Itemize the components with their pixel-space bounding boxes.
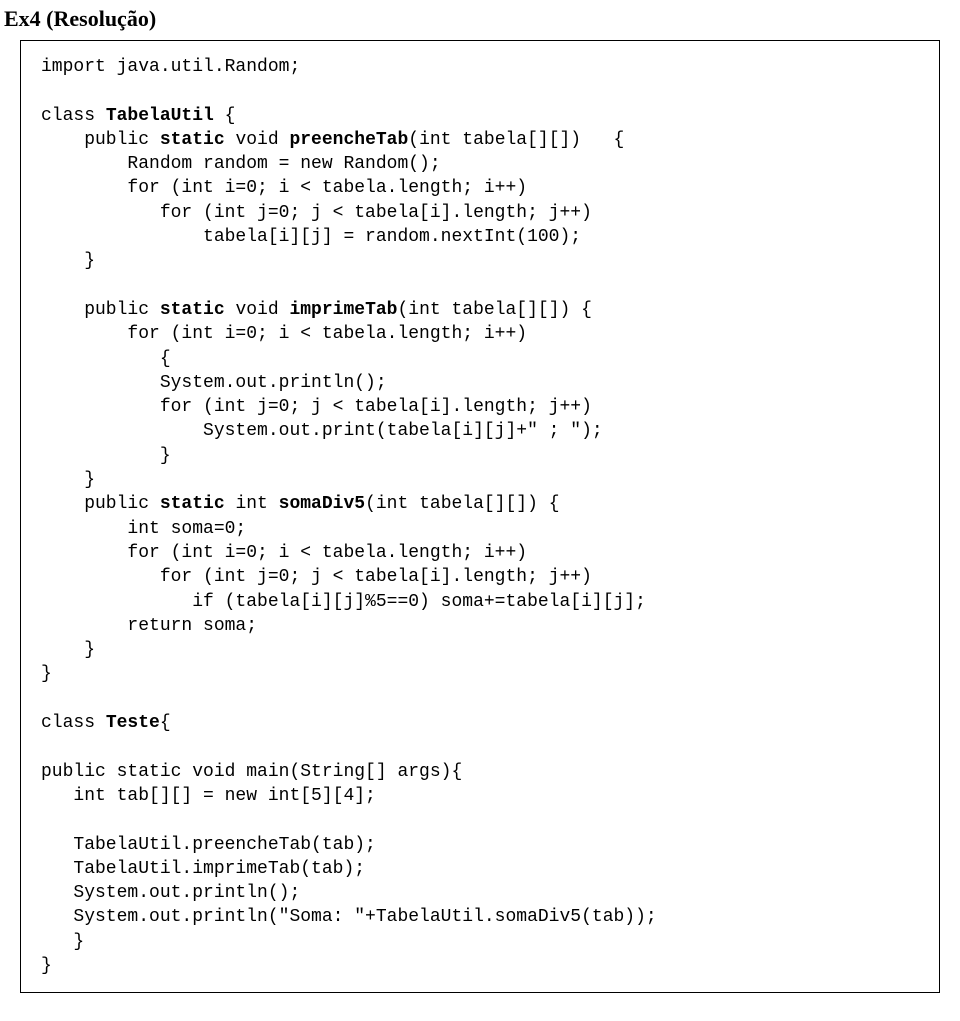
code-line: { [160,713,171,733]
code-line: Random random = new Random(); [41,154,441,174]
class-name: Teste [106,713,160,733]
code-line: } [41,251,95,271]
method-name: somaDiv5 [279,494,365,514]
code-line: System.out.println(); [41,883,300,903]
code-line: TabelaUtil.imprimeTab(tab); [41,859,365,879]
code-line: int [225,494,279,514]
code-line: (int tabela[][]) { [397,300,591,320]
method-name: preencheTab [289,130,408,150]
code-line: public [41,494,160,514]
code-line: for (int j=0; j < tabela[i].length; j++) [41,397,592,417]
code-line: import java.util.Random; [41,57,300,77]
code-line: tabela[i][j] = random.nextInt(100); [41,227,581,247]
code-line: System.out.println("Soma: "+TabelaUtil.s… [41,907,657,927]
code-line: int soma=0; [41,519,246,539]
code-line: for (int i=0; i < tabela.length; i++) [41,324,527,344]
code-line: void [225,300,290,320]
code-line: } [41,446,171,466]
code-block: import java.util.Random; class TabelaUti… [20,40,940,993]
code-line: System.out.println(); [41,373,387,393]
code-line: for (int j=0; j < tabela[i].length; j++) [41,567,592,587]
code-line: (int tabela[][]) { [408,130,624,150]
code-line: int tab[][] = new int[5][4]; [41,786,376,806]
code-line: if (tabela[i][j]%5==0) soma+=tabela[i][j… [41,592,646,612]
keyword: static [160,300,225,320]
code-line: for (int i=0; i < tabela.length; i++) [41,543,527,563]
code-line: } [41,470,95,490]
code-line: class [41,713,106,733]
code-line: } [41,664,52,684]
page-title: Ex4 (Resolução) [4,6,960,32]
method-name: imprimeTab [289,300,397,320]
keyword: static [160,494,225,514]
code-line: public [41,300,160,320]
code-line: for (int j=0; j < tabela[i].length; j++) [41,203,592,223]
code-line: { [41,349,171,369]
code-line: } [41,640,95,660]
class-name: TabelaUtil [106,106,214,126]
code-line: public [41,130,160,150]
code-line: { [214,106,236,126]
code-line: for (int i=0; i < tabela.length; i++) [41,178,527,198]
code-line: } [41,932,84,952]
code-line: class [41,106,106,126]
code-line: (int tabela[][]) { [365,494,559,514]
code-line: System.out.print(tabela[i][j]+" ; "); [41,421,603,441]
code-line: return soma; [41,616,257,636]
code-line: TabelaUtil.preencheTab(tab); [41,835,376,855]
code-line: void [225,130,290,150]
code-line: } [41,956,52,976]
keyword: static [160,130,225,150]
code-line: public static void main(String[] args){ [41,762,462,782]
